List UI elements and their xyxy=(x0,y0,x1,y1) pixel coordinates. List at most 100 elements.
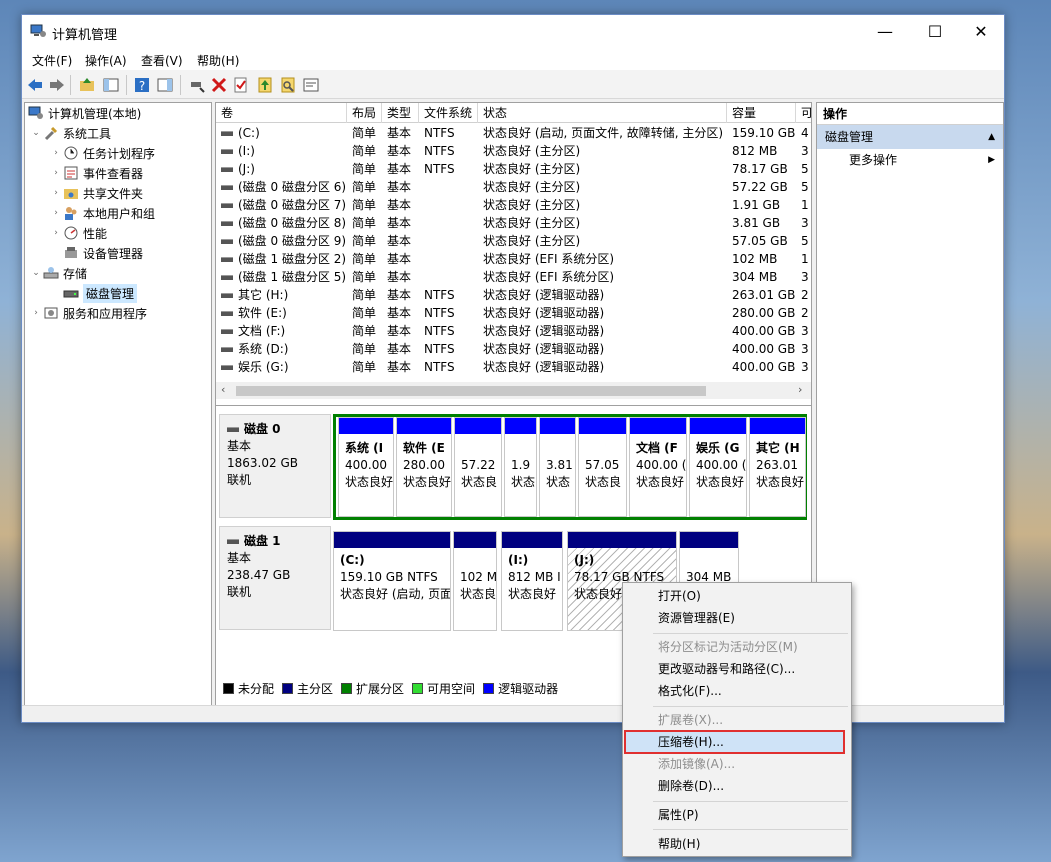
disk0-partition[interactable]: 其它 (H 263.01 状态良好 xyxy=(749,417,806,517)
column-header-capacity[interactable]: 容量 xyxy=(727,103,796,123)
menu-item-add-mirror[interactable]: 添加镜像(A)... xyxy=(625,753,849,775)
drive-icon xyxy=(221,221,233,226)
menu-item-explorer[interactable]: 资源管理器(E) xyxy=(625,607,849,629)
column-header-type[interactable]: 类型 xyxy=(382,103,419,123)
help-icon[interactable]: ? xyxy=(133,76,151,94)
chevron-right-icon[interactable]: › xyxy=(49,228,63,238)
actions-disk-management[interactable]: 磁盘管理 ▲ xyxy=(817,125,1003,149)
disk0-partition[interactable]: 软件 (E 280.00 状态良好 xyxy=(396,417,452,517)
menu-item-shrink-volume[interactable]: 压缩卷(H)... xyxy=(624,730,845,754)
collapse-up-icon[interactable]: ▲ xyxy=(988,125,995,149)
chevron-down-icon[interactable]: ⌄ xyxy=(29,268,43,278)
tree-item-storage[interactable]: ⌄ 存储 xyxy=(29,263,87,283)
search-document-icon[interactable] xyxy=(279,76,297,94)
disk0-partition[interactable]: 57.22 状态良 xyxy=(454,417,502,517)
table-row[interactable]: (I:) 简单 基本 NTFS 状态良好 (主分区) 812 MB 3 xyxy=(216,142,811,160)
tree-item-disk-management[interactable]: 磁盘管理 xyxy=(63,283,138,303)
menu-item-extend-volume[interactable]: 扩展卷(X)... xyxy=(625,709,849,731)
menu-item-delete-volume[interactable]: 删除卷(D)... xyxy=(625,775,849,797)
scroll-left-icon[interactable]: ‹ xyxy=(221,383,225,396)
disk0-partition[interactable]: 1.9 状态 xyxy=(504,417,537,517)
tree-item-system-tools[interactable]: ⌄ 系统工具 xyxy=(29,123,111,143)
menu-view[interactable]: 查看(V) xyxy=(141,52,183,69)
scrollbar-thumb[interactable] xyxy=(236,386,706,396)
column-header-filesystem[interactable]: 文件系统 xyxy=(419,103,478,123)
cell-status: 状态良好 (主分区) xyxy=(483,180,581,194)
menu-item-mark-active[interactable]: 将分区标记为活动分区(M) xyxy=(625,636,849,658)
table-row[interactable]: 软件 (E:) 简单 基本 NTFS 状态良好 (逻辑驱动器) 280.00 GB 2 xyxy=(216,304,811,322)
disk0-partition[interactable]: 系统 (I 400.00 状态良好 xyxy=(338,417,394,517)
maximize-button[interactable]: ☐ xyxy=(912,15,958,48)
menu-item-format[interactable]: 格式化(F)... xyxy=(625,680,849,702)
cell-type: 基本 xyxy=(387,234,412,248)
minimize-button[interactable]: — xyxy=(862,15,908,48)
chevron-down-icon[interactable]: ⌄ xyxy=(29,128,43,138)
menu-action[interactable]: 操作(A) xyxy=(85,52,127,69)
table-row[interactable]: (磁盘 0 磁盘分区 6) 简单 基本 状态良好 (主分区) 57.22 GB 5 xyxy=(216,178,811,196)
table-row[interactable]: 娱乐 (G:) 简单 基本 NTFS 状态良好 (逻辑驱动器) 400.00 GB 3 xyxy=(216,358,811,376)
cell-layout: 简单 xyxy=(352,324,377,338)
title-bar[interactable]: 计算机管理 — ☐ ✕ xyxy=(22,15,1004,48)
tree-item-performance[interactable]: › 性能 xyxy=(49,223,107,243)
table-row[interactable]: 文档 (F:) 简单 基本 NTFS 状态良好 (逻辑驱动器) 400.00 GB 3 xyxy=(216,322,811,340)
tree-item-services-applications[interactable]: › 服务和应用程序 xyxy=(29,303,147,323)
console-icon[interactable] xyxy=(302,76,320,94)
tree-item-event-viewer[interactable]: › 事件查看器 xyxy=(49,163,143,183)
connect-icon[interactable] xyxy=(188,76,206,94)
column-header-status[interactable]: 状态 xyxy=(478,103,727,123)
actions-more[interactable]: 更多操作 ▶ xyxy=(817,149,1003,171)
chevron-right-icon[interactable]: › xyxy=(29,308,43,318)
horizontal-scrollbar[interactable]: ‹ › xyxy=(216,382,811,399)
cell-volume: 娱乐 (G:) xyxy=(216,358,347,376)
table-row[interactable]: (磁盘 1 磁盘分区 5) 简单 基本 状态良好 (EFI 系统分区) 304 MB 3 xyxy=(216,268,811,286)
chevron-right-icon[interactable]: › xyxy=(49,188,63,198)
disk0-partition[interactable]: 3.81 状态 xyxy=(539,417,576,517)
cell-type: 基本 xyxy=(387,180,412,194)
disk1-partition[interactable]: (I:) 812 MB I 状态良好 xyxy=(501,531,563,631)
tree-item-task-scheduler[interactable]: › 任务计划程序 xyxy=(49,143,155,163)
upload-document-icon[interactable] xyxy=(256,76,274,94)
tree-item-shared-folders[interactable]: › 共享文件夹 xyxy=(49,183,143,203)
disk0-partition[interactable]: 57.05 状态良 xyxy=(578,417,627,517)
disk0-partition[interactable]: 娱乐 (G 400.00 (状态良好 xyxy=(689,417,747,517)
menu-item-open[interactable]: 打开(O) xyxy=(625,585,849,607)
disk-0-info[interactable]: 磁盘 0 基本 1863.02 GB 联机 xyxy=(219,414,331,518)
up-folder-icon[interactable] xyxy=(78,76,96,94)
menu-help[interactable]: 帮助(H) xyxy=(197,52,239,69)
column-header-layout[interactable]: 布局 xyxy=(347,103,382,123)
show-hide-tree-icon[interactable] xyxy=(102,76,120,94)
cell-capacity: 812 MB xyxy=(732,144,778,158)
chevron-right-icon[interactable]: › xyxy=(49,148,63,158)
disk0-partition[interactable]: 文档 (F 400.00 (状态良好 xyxy=(629,417,687,517)
table-row[interactable]: 系统 (D:) 简单 基本 NTFS 状态良好 (逻辑驱动器) 400.00 GB 3 xyxy=(216,340,811,358)
chevron-right-icon[interactable]: › xyxy=(49,168,63,178)
cell-status: 状态良好 (主分区) xyxy=(483,198,581,212)
menu-file[interactable]: 文件(F) xyxy=(32,52,72,69)
menu-item-properties[interactable]: 属性(P) xyxy=(625,804,849,826)
disk1-partition[interactable]: (C:) 159.10 GB NTFS 状态良好 (启动, 页面 xyxy=(333,531,451,631)
forward-arrow-icon[interactable] xyxy=(48,76,66,94)
table-row[interactable]: (磁盘 0 磁盘分区 8) 简单 基本 状态良好 (主分区) 3.81 GB 3 xyxy=(216,214,811,232)
table-row[interactable]: (J:) 简单 基本 NTFS 状态良好 (主分区) 78.17 GB 5 xyxy=(216,160,811,178)
table-row[interactable]: (磁盘 0 磁盘分区 7) 简单 基本 状态良好 (主分区) 1.91 GB 1 xyxy=(216,196,811,214)
properties-pane-icon[interactable] xyxy=(156,76,174,94)
check-document-icon[interactable] xyxy=(232,76,250,94)
close-button[interactable]: ✕ xyxy=(958,15,1004,48)
disk1-partition[interactable]: 102 M 状态良 xyxy=(453,531,497,631)
column-header-volume[interactable]: 卷 xyxy=(216,103,347,123)
back-arrow-icon[interactable] xyxy=(26,76,44,94)
scroll-right-icon[interactable]: › xyxy=(798,383,802,396)
delete-icon[interactable] xyxy=(210,76,228,94)
column-header-free[interactable]: 可 xyxy=(796,103,811,123)
table-row[interactable]: (磁盘 1 磁盘分区 2) 简单 基本 状态良好 (EFI 系统分区) 102 MB 1 xyxy=(216,250,811,268)
menu-item-change-drive-letter[interactable]: 更改驱动器号和路径(C)... xyxy=(625,658,849,680)
table-row[interactable]: 其它 (H:) 简单 基本 NTFS 状态良好 (逻辑驱动器) 263.01 GB 2 xyxy=(216,286,811,304)
table-row[interactable]: (磁盘 0 磁盘分区 9) 简单 基本 状态良好 (主分区) 57.05 GB 5 xyxy=(216,232,811,250)
tree-item-local-users-groups[interactable]: › 本地用户和组 xyxy=(49,203,155,223)
tree-item-device-manager[interactable]: 设备管理器 xyxy=(63,243,143,263)
menu-item-help[interactable]: 帮助(H) xyxy=(625,833,849,855)
chevron-right-icon[interactable]: › xyxy=(49,208,63,218)
disk-1-info[interactable]: 磁盘 1 基本 238.47 GB 联机 xyxy=(219,526,331,630)
table-row[interactable]: (C:) 简单 基本 NTFS 状态良好 (启动, 页面文件, 故障转储, 主分区) 15… xyxy=(216,124,811,142)
tree-item-computer-management[interactable]: 计算机管理(本地) xyxy=(28,103,141,123)
